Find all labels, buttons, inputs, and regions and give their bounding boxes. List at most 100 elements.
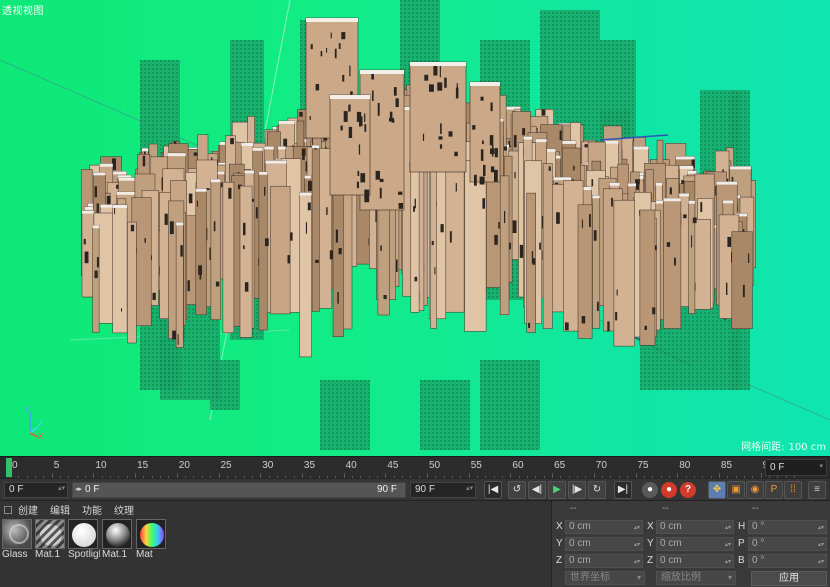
timeline-ruler[interactable]: 051015202530354045505560657075808590 0 F…	[0, 456, 830, 479]
ghost-building	[480, 360, 540, 450]
pla-key-icon[interactable]: ⁞⁞	[784, 481, 802, 499]
param-key-icon[interactable]: P	[765, 481, 783, 499]
window-detail	[483, 164, 486, 176]
window-detail	[539, 242, 541, 250]
window-detail	[255, 207, 258, 219]
pos-x-field[interactable]: 0 cm ▴▾	[565, 520, 643, 534]
window-detail	[299, 112, 303, 117]
window-detail	[474, 174, 477, 186]
window-detail	[372, 90, 374, 101]
building-block	[112, 204, 128, 334]
window-detail	[597, 301, 599, 311]
material-mat1-chrome[interactable]: Mat.1	[102, 519, 134, 563]
playhead[interactable]	[6, 458, 12, 477]
window-detail	[494, 148, 498, 158]
ruler-frame-field[interactable]: 0 F ▾	[765, 459, 827, 476]
building-block	[92, 224, 100, 333]
window-detail	[309, 116, 311, 120]
timeline-menu-icon[interactable]: ≡	[808, 481, 826, 499]
window-detail	[94, 270, 98, 279]
window-detail	[449, 231, 452, 243]
record-off-icon[interactable]: ●	[642, 482, 658, 498]
window-detail	[193, 152, 198, 156]
size-header: --	[662, 503, 669, 514]
scale-mode-dropdown[interactable]: 缩放比例 ▾	[656, 571, 736, 585]
frame-ruler[interactable]: 051015202530354045505560657075808590	[6, 457, 795, 479]
menu-edit[interactable]: 编辑	[50, 502, 70, 517]
next-frame-button[interactable]: |▶	[568, 481, 586, 499]
move-key-icon[interactable]: ✥	[708, 481, 726, 499]
window-detail	[429, 84, 434, 92]
record-button[interactable]: ●	[661, 482, 677, 498]
roof-highlight	[167, 153, 186, 157]
window-detail	[581, 316, 586, 324]
prev-keyframe-button[interactable]: ↺	[508, 481, 526, 499]
roof-highlight	[688, 200, 695, 204]
roof-highlight	[118, 177, 137, 181]
window-detail	[494, 169, 498, 182]
material-mat1-striped[interactable]: Mat.1	[35, 519, 67, 563]
menu-function[interactable]: 功能	[82, 502, 102, 517]
grid-spacing-label: 网格间距	[741, 442, 782, 453]
rot-b-field[interactable]: 0 ° ▴▾	[748, 554, 827, 568]
material-spotlight[interactable]: Spotlight	[68, 519, 100, 563]
go-to-end-button[interactable]: ▶|	[614, 481, 632, 499]
rotate-key-icon[interactable]: ◉	[746, 481, 764, 499]
roof-highlight	[722, 200, 734, 204]
material-glass[interactable]: Glass	[2, 519, 34, 563]
pos-y-field[interactable]: 0 cm ▴▾	[565, 537, 643, 551]
roof-highlight	[258, 171, 268, 175]
max-frame-field[interactable]: 90 F ▴▾	[410, 482, 476, 498]
window-detail	[377, 103, 380, 116]
chrome-sphere-icon	[102, 519, 132, 549]
menu-create[interactable]: 创建	[18, 502, 38, 517]
window-detail	[398, 191, 403, 195]
menu-texture[interactable]: 纹理	[114, 502, 134, 517]
roof-highlight	[265, 160, 287, 164]
window-detail	[335, 229, 338, 243]
play-button[interactable]: ▶	[548, 481, 566, 499]
roof-highlight	[675, 156, 695, 160]
size-y-field[interactable]: 0 cm ▴▾	[656, 537, 734, 551]
material-mat[interactable]: Mat	[136, 519, 168, 563]
size-y-label: Y	[647, 538, 654, 549]
window-detail	[116, 184, 119, 189]
rot-h-field[interactable]: 0 ° ▴▾	[748, 520, 827, 534]
coordinate-space-dropdown[interactable]: 世界坐标 ▾	[565, 571, 645, 585]
window-detail	[348, 104, 351, 112]
rot-p-field[interactable]: 0 ° ▴▾	[748, 537, 827, 551]
window-detail	[180, 245, 183, 257]
scale-key-icon[interactable]: ▣	[727, 481, 745, 499]
building-block	[270, 185, 291, 315]
next-keyframe-button[interactable]: ↻	[588, 481, 606, 499]
current-frame-field[interactable]: 0 F ▴▾	[4, 482, 68, 498]
auto-key-button[interactable]: ?	[680, 482, 696, 498]
window-detail	[440, 224, 444, 233]
window-detail	[531, 251, 534, 264]
window-detail	[265, 238, 269, 247]
window-detail	[348, 126, 353, 138]
panel-toggle-icon[interactable]	[4, 505, 12, 514]
size-x-field[interactable]: 0 cm ▴▾	[656, 520, 734, 534]
roof-highlight	[633, 146, 649, 150]
window-detail	[437, 82, 443, 91]
window-detail	[301, 148, 306, 156]
perspective-viewport[interactable]: 透视视图 网格间距: 100 cm Y Z X	[0, 0, 830, 456]
pos-z-field[interactable]: 0 cm ▴▾	[565, 554, 643, 568]
roof-highlight	[116, 191, 136, 195]
size-z-field[interactable]: 0 cm ▴▾	[656, 554, 734, 568]
window-detail	[164, 213, 168, 225]
pos-x-label: X	[556, 521, 563, 532]
window-detail	[330, 32, 332, 39]
prev-frame-button[interactable]: ◀|	[528, 481, 546, 499]
window-detail	[726, 282, 728, 295]
apply-button[interactable]: 应用	[751, 571, 827, 586]
building-block	[311, 144, 320, 312]
white-sphere-icon	[68, 519, 98, 549]
go-to-start-button[interactable]: |◀	[484, 481, 502, 499]
roof-highlight	[716, 181, 738, 185]
preview-range-slider[interactable]: ◂▸ 0 F 90 F	[72, 482, 406, 498]
window-detail	[340, 125, 343, 131]
ghost-building	[210, 360, 240, 410]
building-block	[210, 178, 221, 320]
